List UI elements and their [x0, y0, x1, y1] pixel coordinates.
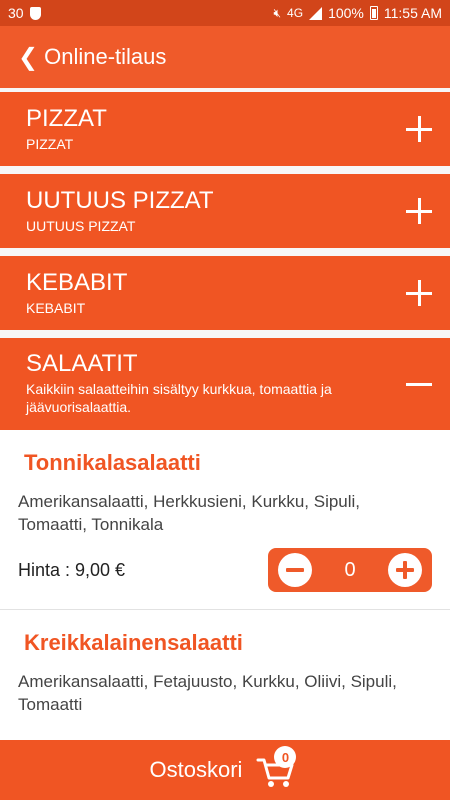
product-description: Amerikansalaatti, Fetajuusto, Kurkku, Ol…: [18, 672, 397, 714]
product-name: Kreikkalainensalaatti: [24, 630, 243, 655]
cart-label: Ostoskori: [149, 757, 243, 782]
battery-icon: [369, 6, 378, 20]
plus-icon[interactable]: [406, 280, 432, 306]
increase-quantity-button[interactable]: [388, 553, 422, 587]
network-type: 4G: [287, 6, 304, 20]
cart-button[interactable]: Ostoskori 0: [0, 740, 450, 800]
category-kebabit[interactable]: KEBABIT KEBABIT: [0, 256, 450, 330]
price-row: Hinta : 9,00 € 0: [18, 548, 432, 592]
app-bar: ❮ Online-tilaus: [0, 26, 450, 88]
category-title: KEBABIT: [26, 269, 128, 296]
battery-level: 100%: [328, 5, 364, 21]
quantity-value: 0: [344, 558, 356, 581]
category-subtitle: KEBABIT: [26, 300, 86, 316]
category-subtitle: Kaikkiin salaatteihin sisältyy kurkkua, …: [26, 381, 332, 415]
plus-icon[interactable]: [406, 116, 432, 142]
shield-icon: [29, 6, 41, 20]
category-subtitle: UUTUUS PIZZAT: [26, 218, 136, 234]
notification-count: 30: [8, 5, 24, 21]
category-list: PIZZAT PIZZAT UUTUUS PIZZAT UUTUUS PIZZA…: [0, 92, 450, 438]
product-name: Tonnikalasalaatti: [24, 450, 201, 475]
product-description: Amerikansalaatti, Herkkusieni, Kurkku, S…: [18, 492, 361, 534]
product-list: Tonnikalasalaatti Amerikansalaatti, Herk…: [0, 430, 450, 790]
clock: 11:55 AM: [383, 5, 442, 21]
plus-icon[interactable]: [406, 198, 432, 224]
mute-icon: 🔇︎: [273, 5, 282, 20]
quantity-stepper: 0: [268, 548, 432, 592]
product-item: Tonnikalasalaatti Amerikansalaatti, Herk…: [0, 430, 450, 610]
signal-icon: [309, 6, 323, 20]
category-subtitle: PIZZAT: [26, 136, 74, 152]
category-title: UUTUUS PIZZAT: [26, 187, 214, 214]
shopping-cart-icon: 0: [256, 746, 300, 790]
category-salaatit[interactable]: SALAATIT Kaikkiin salaatteihin sisältyy …: [0, 338, 450, 430]
minus-icon[interactable]: [406, 371, 432, 397]
category-title: PIZZAT: [26, 105, 107, 132]
status-bar: 30 🔇︎ 4G 100% 11:55 AM: [0, 0, 450, 26]
decrease-quantity-button[interactable]: [278, 553, 312, 587]
category-pizzat[interactable]: PIZZAT PIZZAT: [0, 92, 450, 166]
chevron-left-icon[interactable]: ❮: [18, 43, 38, 72]
category-uutuus-pizzat[interactable]: UUTUUS PIZZAT UUTUUS PIZZAT: [0, 174, 450, 248]
product-price: Hinta : 9,00 €: [18, 559, 126, 580]
category-title: SALAATIT: [26, 350, 138, 377]
page-title: Online-tilaus: [44, 44, 167, 69]
